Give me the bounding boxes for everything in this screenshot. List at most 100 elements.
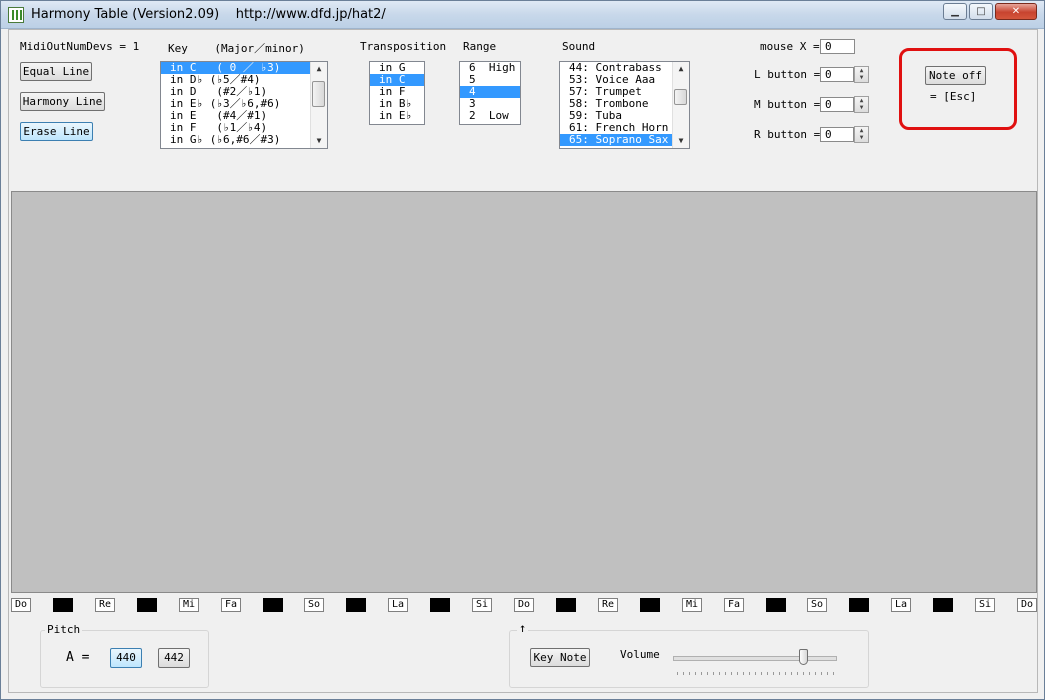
- title-bar[interactable]: Harmony Table (Version2.09) http://www.d…: [1, 1, 1044, 29]
- volume-tick: [749, 672, 750, 675]
- volume-tick: [803, 672, 804, 675]
- r-button-spinner[interactable]: ▲ ▼: [854, 126, 869, 143]
- volume-tick: [701, 672, 702, 675]
- r-button-field[interactable]: 0: [820, 127, 854, 142]
- volume-slider-track[interactable]: [673, 656, 837, 661]
- m-button-spinner[interactable]: ▲ ▼: [854, 96, 869, 113]
- keyboard-key[interactable]: So: [807, 598, 827, 612]
- minimize-button[interactable]: ▁: [943, 3, 967, 20]
- scroll-thumb[interactable]: [312, 81, 325, 107]
- volume-tick: [731, 672, 732, 675]
- volume-tick: [773, 672, 774, 675]
- keyboard-black-key[interactable]: [849, 598, 869, 612]
- l-button-spinner[interactable]: ▲ ▼: [854, 66, 869, 83]
- volume-tick: [719, 672, 720, 675]
- window-title: Harmony Table (Version2.09) http://www.d…: [31, 7, 386, 22]
- key-list-item[interactable]: in G♭ (♭6,#6／#3): [161, 134, 327, 146]
- keyboard-key[interactable]: Do: [514, 598, 534, 612]
- keyboard-black-key[interactable]: [137, 598, 157, 612]
- keyboard-black-key[interactable]: [430, 598, 450, 612]
- keyboard-key[interactable]: Mi: [682, 598, 702, 612]
- m-button-label: M button =: [754, 98, 821, 111]
- erase-line-button[interactable]: Erase Line: [20, 122, 93, 141]
- note-off-shortcut: = [Esc]: [930, 90, 977, 103]
- keyboard-black-key[interactable]: [263, 598, 283, 612]
- key-header: Key (Major／minor): [168, 42, 305, 55]
- keyboard-key[interactable]: Re: [95, 598, 115, 612]
- key-note-button[interactable]: Key Note: [530, 648, 590, 667]
- volume-tick: [761, 672, 762, 675]
- range-header: Range: [463, 40, 497, 53]
- pitch-a-label: A =: [66, 650, 90, 665]
- scroll-up-icon[interactable]: ▲: [673, 62, 689, 76]
- scroll-thumb[interactable]: [674, 89, 687, 105]
- keyboard-key[interactable]: Fa: [221, 598, 241, 612]
- volume-slider-thumb[interactable]: [799, 649, 808, 665]
- close-button[interactable]: ✕: [995, 3, 1037, 20]
- range-items: 6 High 5 4 3 2 Low: [460, 62, 520, 122]
- scroll-up-icon[interactable]: ▲: [311, 62, 327, 76]
- volume-tick: [827, 672, 828, 675]
- sound-items: 44: Contrabass 53: Voice Aaa 57: Trumpet 58…: [560, 62, 689, 146]
- volume-tick: [785, 672, 786, 675]
- pitch-440-button[interactable]: 440: [110, 648, 142, 668]
- keyboard-black-key[interactable]: [640, 598, 660, 612]
- volume-tick: [797, 672, 798, 675]
- keyboard-black-key[interactable]: [766, 598, 786, 612]
- volume-tick: [815, 672, 816, 675]
- keyboard-key[interactable]: La: [891, 598, 911, 612]
- range-list[interactable]: 6 High 5 4 3 2 Low: [459, 61, 521, 125]
- keyboard-black-key[interactable]: [556, 598, 576, 612]
- m-button-field[interactable]: 0: [820, 97, 854, 112]
- note-off-button[interactable]: Note off: [925, 66, 986, 85]
- app-window: Harmony Table (Version2.09) http://www.d…: [0, 0, 1045, 700]
- volume-tick: [695, 672, 696, 675]
- volume-tick: [779, 672, 780, 675]
- keyboard-black-key[interactable]: [933, 598, 953, 612]
- r-button-label: R button =: [754, 128, 821, 141]
- range-list-item[interactable]: 2 Low: [460, 110, 520, 122]
- highlight-box: [899, 48, 1017, 130]
- midi-devices-label: MidiOutNumDevs = 1: [20, 40, 140, 53]
- keyboard-key[interactable]: Re: [598, 598, 618, 612]
- volume-tick: [713, 672, 714, 675]
- key-list-scrollbar[interactable]: ▲ ▼: [310, 62, 327, 148]
- l-button-label: L button =: [754, 68, 821, 81]
- volume-tick: [833, 672, 834, 675]
- up-arrow-icon: ↑: [517, 621, 529, 635]
- scroll-down-icon[interactable]: ▼: [311, 134, 327, 148]
- key-list[interactable]: in C ( 0 ／ ♭3) in D♭ (♭5／#4) in D (#2／♭1) i…: [160, 61, 328, 149]
- pitch-group-label: Pitch: [45, 623, 83, 636]
- volume-tick: [737, 672, 738, 675]
- sound-list[interactable]: 44: Contrabass 53: Voice Aaa 57: Trumpet 58…: [559, 61, 690, 149]
- keyboard-key[interactable]: Mi: [179, 598, 199, 612]
- pitch-442-button[interactable]: 442: [158, 648, 190, 668]
- volume-tick: [821, 672, 822, 675]
- keyboard-key[interactable]: Do: [1017, 598, 1037, 612]
- keyboard-black-key[interactable]: [53, 598, 73, 612]
- sound-list-scrollbar[interactable]: ▲ ▼: [672, 62, 689, 148]
- harmony-canvas[interactable]: [11, 191, 1037, 593]
- maximize-button[interactable]: □: [969, 3, 993, 20]
- keyboard-black-key[interactable]: [346, 598, 366, 612]
- harmony-line-button[interactable]: Harmony Line: [20, 92, 105, 111]
- transposition-list[interactable]: in Gin Cin Fin B♭ in E♭: [369, 61, 425, 125]
- keyboard-key[interactable]: Do: [11, 598, 31, 612]
- keyboard-key[interactable]: Si: [472, 598, 492, 612]
- scroll-down-icon[interactable]: ▼: [673, 134, 689, 148]
- mouse-x-label: mouse X =: [760, 40, 820, 53]
- keyboard-key[interactable]: So: [304, 598, 324, 612]
- key-items: in C ( 0 ／ ♭3) in D♭ (♭5／#4) in D (#2／♭1) i…: [161, 62, 327, 146]
- transposition-list-item[interactable]: in E♭: [370, 110, 424, 122]
- equal-line-button[interactable]: Equal Line: [20, 62, 92, 81]
- keyboard-key[interactable]: La: [388, 598, 408, 612]
- mouse-x-field[interactable]: 0: [820, 39, 855, 54]
- transposition-header: Transposition: [360, 40, 447, 53]
- l-button-field[interactable]: 0: [820, 67, 854, 82]
- volume-tick: [689, 672, 690, 675]
- volume-tick: [755, 672, 756, 675]
- sound-list-item[interactable]: 65: Soprano Sax: [560, 134, 689, 146]
- keyboard-key[interactable]: Si: [975, 598, 995, 612]
- keyboard-key[interactable]: Fa: [724, 598, 744, 612]
- volume-tick: [683, 672, 684, 675]
